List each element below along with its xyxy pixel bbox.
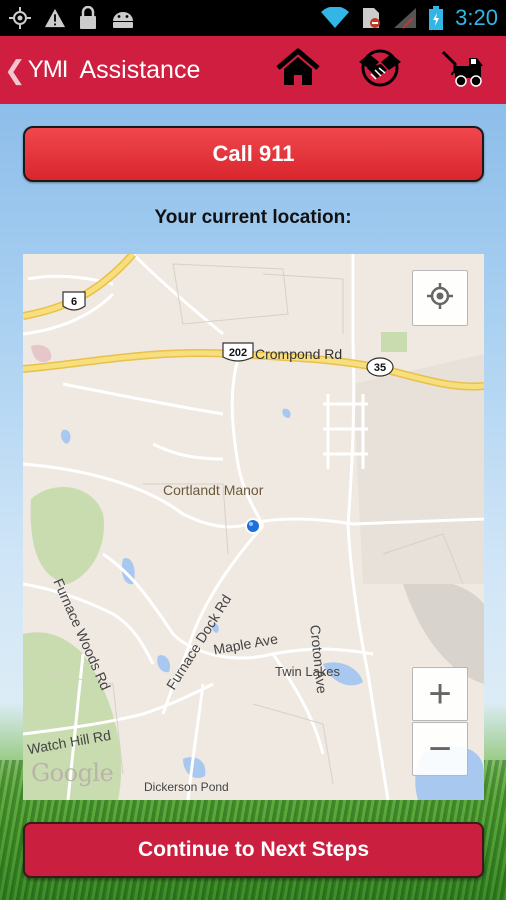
app-logo: YMI [27, 56, 69, 83]
no-sim-icon [361, 6, 381, 30]
svg-text:6: 6 [71, 296, 77, 308]
route-202-shield: 202 [222, 342, 254, 362]
route-35-shield: 35 [366, 357, 394, 377]
current-location-dot [245, 518, 261, 534]
status-bar: 3:20 [0, 0, 506, 36]
zoom-in-button[interactable]: + [412, 667, 468, 721]
home-button[interactable] [270, 42, 326, 98]
wifi-icon [321, 7, 350, 29]
back-chevron-icon: ❮ [4, 55, 26, 85]
tow-truck-icon [439, 48, 485, 93]
lock-icon [78, 6, 98, 30]
home-icon [276, 48, 320, 93]
continue-button[interactable]: Continue to Next Steps [23, 822, 484, 878]
svg-text:35: 35 [374, 362, 386, 374]
android-icon [110, 7, 136, 29]
map-label-dickerson-pond: Dickerson Pond [144, 780, 229, 794]
status-time: 3:20 [455, 5, 498, 30]
gps-icon [8, 6, 32, 30]
roadside-assistance-button[interactable] [352, 42, 408, 98]
handshake-icon [357, 48, 403, 93]
zoom-out-button[interactable]: − [412, 722, 468, 776]
map-label-crompond: Crompond Rd [255, 346, 343, 362]
svg-text:202: 202 [229, 347, 247, 359]
google-attribution: Google [31, 759, 114, 787]
location-map[interactable]: 6 202 35 Crompond Rd Cortlandt Manor Map… [23, 254, 484, 800]
map-label-cortlandt-manor: Cortlandt Manor [163, 482, 264, 498]
tow-truck-button[interactable] [434, 42, 490, 98]
current-location-label: Your current location: [154, 207, 352, 228]
plus-icon: + [428, 672, 452, 716]
crosshair-icon [425, 281, 455, 316]
call-911-button[interactable]: Call 911 [23, 126, 484, 182]
page-title: Assistance [79, 55, 201, 84]
my-location-button[interactable] [412, 270, 468, 326]
signal-icon [393, 7, 417, 29]
minus-icon: − [428, 727, 452, 771]
back-button[interactable]: ❮ YMI [0, 36, 79, 104]
map-label-twin-lakes: Twin Lakes [275, 664, 341, 679]
app-bar: ❮ YMI Assistance [0, 36, 506, 104]
battery-icon [429, 6, 444, 30]
route-6-shield: 6 [62, 291, 86, 311]
warning-icon [44, 7, 66, 29]
